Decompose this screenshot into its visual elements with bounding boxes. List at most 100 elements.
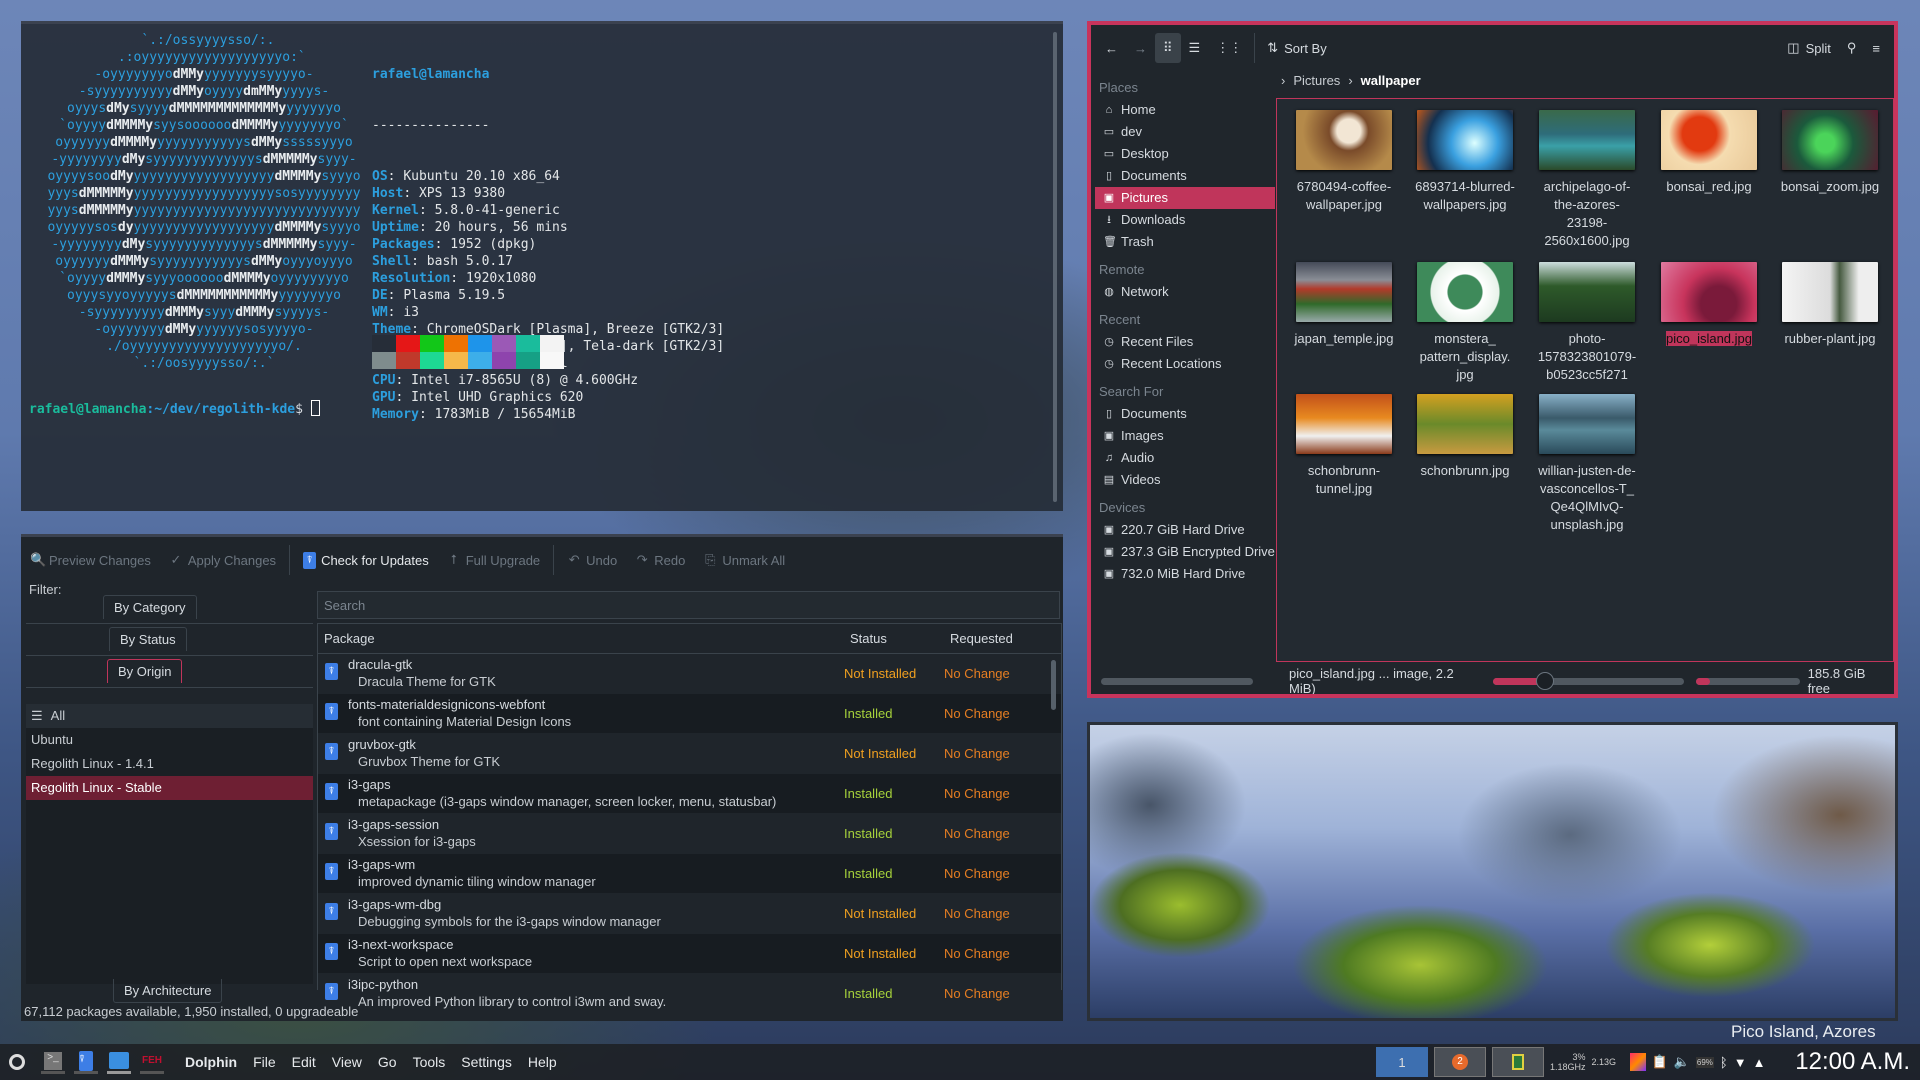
unmark-all-button[interactable]: ⎘ Unmark All xyxy=(694,552,794,568)
places-item[interactable]: ▣ 220.7 GiB Hard Drive xyxy=(1095,519,1275,541)
file-item[interactable]: willian-justen-de-vasconcellos-T_ Qe4QlMI… xyxy=(1528,389,1646,534)
table-row[interactable]: ⍒ dracula-gtk Dracula Theme for GTK Not Ins… xyxy=(318,654,1061,694)
places-item[interactable]: ▯ Documents xyxy=(1095,165,1275,187)
file-item[interactable]: pico_island.jpg xyxy=(1650,257,1768,348)
origin-item[interactable]: Regolith Linux - 1.4.1 xyxy=(26,752,313,776)
compact-view-button[interactable]: ⋮⋮ xyxy=(1208,33,1250,63)
tab-by-architecture[interactable]: By Architecture xyxy=(113,979,223,1003)
sort-by-button[interactable]: ⇅ Sort By xyxy=(1259,33,1335,63)
icons-view-button[interactable]: ⠿ xyxy=(1155,33,1181,63)
table-row[interactable]: ⍒ gruvbox-gtk Gruvbox Theme for GTK Not Ins… xyxy=(318,734,1061,774)
breadcrumb-pictures[interactable]: Pictures xyxy=(1293,73,1340,88)
places-item[interactable]: ⌂ Home xyxy=(1095,99,1275,121)
menu-tools[interactable]: Tools xyxy=(413,1054,446,1070)
places-item[interactable]: ▣ Images xyxy=(1095,425,1275,447)
full-upgrade-button[interactable]: ⭡ Full Upgrade xyxy=(438,552,549,568)
workspace-pager[interactable]: 1 xyxy=(1376,1047,1428,1077)
task-dolphin[interactable] xyxy=(107,1050,131,1074)
task-muon[interactable]: ⍒ xyxy=(74,1050,98,1074)
table-row[interactable]: ⍒ i3ipc-python An improved Python library … xyxy=(318,974,1061,1014)
places-item[interactable]: ◷ Recent Locations xyxy=(1095,353,1275,375)
file-item[interactable]: archipelago-of-the-azores- 23198- 2560x160… xyxy=(1528,105,1646,250)
column-requested[interactable]: Requested xyxy=(944,631,1044,646)
menu-view[interactable]: View xyxy=(332,1054,362,1070)
feh-image-viewer[interactable] xyxy=(1087,722,1898,1021)
task-feh[interactable]: FEH xyxy=(140,1050,164,1074)
breadcrumb-wallpaper[interactable]: wallpaper xyxy=(1361,73,1421,88)
file-item[interactable]: photo- 1578323801079- b0523cc5f271 xyxy=(1528,257,1646,384)
places-item[interactable]: ⭳ Downloads xyxy=(1095,209,1275,231)
file-item[interactable]: bonsai_red.jpg xyxy=(1650,105,1768,196)
details-view-button[interactable]: ☰ xyxy=(1181,33,1209,63)
task-terminal[interactable]: >_ xyxy=(41,1050,65,1074)
places-item[interactable]: ▤ Videos xyxy=(1095,469,1275,491)
table-scrollbar[interactable] xyxy=(1051,660,1056,710)
origin-item[interactable]: Regolith Linux - Stable xyxy=(26,776,313,800)
clock[interactable]: 12:00 A.M. xyxy=(1795,1048,1910,1076)
volume-icon[interactable]: 🔈 xyxy=(1674,1054,1690,1070)
menu-edit[interactable]: Edit xyxy=(292,1054,316,1070)
tab-by-status[interactable]: By Status xyxy=(109,627,187,651)
table-row[interactable]: ⍒ i3-gaps metapackage (i3-gaps window mana… xyxy=(318,774,1061,814)
table-row[interactable]: ⍒ i3-next-workspace Script to open next wo… xyxy=(318,934,1061,974)
table-row[interactable]: ⍒ i3-gaps-wm improved dynamic tiling windo… xyxy=(318,854,1061,894)
tab-by-category[interactable]: By Category xyxy=(103,595,197,619)
apply-changes-button[interactable]: ✓ Apply Changes xyxy=(160,552,285,568)
column-status[interactable]: Status xyxy=(844,631,944,646)
undo-button[interactable]: ↶ Undo xyxy=(558,552,626,568)
bluetooth-icon[interactable]: ᛒ xyxy=(1720,1055,1728,1070)
menu-go[interactable]: Go xyxy=(378,1054,397,1070)
table-row[interactable]: ⍒ i3-gaps-wm-dbg Debugging symbols for the… xyxy=(318,894,1061,934)
preview-changes-button[interactable]: 🔍 Preview Changes xyxy=(21,552,160,568)
places-item[interactable]: 🗑 Trash xyxy=(1095,231,1275,253)
battery-icon[interactable]: 69% xyxy=(1695,1056,1714,1068)
places-item[interactable]: ◍ Network xyxy=(1095,281,1275,303)
task-firefox[interactable]: 2 xyxy=(1434,1047,1486,1077)
terminal-scrollbar[interactable] xyxy=(1053,32,1057,502)
file-item[interactable]: japan_temple.jpg xyxy=(1285,257,1403,348)
places-item[interactable]: ▣ 237.3 GiB Encrypted Drive xyxy=(1095,541,1275,563)
column-package[interactable]: Package xyxy=(318,631,844,646)
wifi-icon[interactable]: ▼ xyxy=(1734,1055,1747,1070)
search-input[interactable]: Search xyxy=(317,591,1060,619)
places-item[interactable]: ▭ dev xyxy=(1095,121,1275,143)
split-button[interactable]: ◫ Split xyxy=(1779,33,1839,63)
package-requested: No Change xyxy=(944,946,1010,961)
search-button[interactable]: ⚲ xyxy=(1839,33,1865,63)
shell-prompt[interactable]: rafael@lamancha:~/dev/regolith-kde$ xyxy=(29,400,320,418)
menu-settings[interactable]: Settings xyxy=(461,1054,512,1070)
menu-button[interactable]: ≡ xyxy=(1864,33,1888,63)
table-row[interactable]: ⍒ fonts-materialdesignicons-webfont font c… xyxy=(318,694,1061,734)
file-item[interactable]: schonbrunn-tunnel.jpg xyxy=(1285,389,1403,498)
file-item[interactable]: 6780494-coffee-wallpaper.jpg xyxy=(1285,105,1403,214)
places-scrollbar[interactable] xyxy=(1101,677,1254,685)
tab-by-origin[interactable]: By Origin xyxy=(107,659,183,683)
file-item[interactable]: rubber-plant.jpg xyxy=(1771,257,1889,348)
file-item[interactable]: 6893714-blurred-wallpapers.jpg xyxy=(1406,105,1524,214)
terminal-window[interactable]: `.:/ossyyyysso/:. .:oyyyyyyyyyyyyyyyyyyo… xyxy=(21,21,1063,511)
menu-file[interactable]: File xyxy=(253,1054,276,1070)
launcher-button[interactable] xyxy=(5,1050,29,1074)
places-item[interactable]: ▣ 732.0 MiB Hard Drive xyxy=(1095,563,1275,585)
file-item[interactable]: bonsai_zoom.jpg xyxy=(1771,105,1889,196)
origin-item[interactable]: Ubuntu xyxy=(26,728,313,752)
origin-item[interactable]: ☰ All xyxy=(26,704,313,728)
places-item[interactable]: ◷ Recent Files xyxy=(1095,331,1275,353)
places-item[interactable]: ♫ Audio xyxy=(1095,447,1275,469)
places-item[interactable]: ▯ Documents xyxy=(1095,403,1275,425)
zoom-slider[interactable] xyxy=(1492,671,1685,690)
jetbrains-toolbox-icon[interactable] xyxy=(1629,1053,1646,1071)
tray-expand-icon[interactable]: ▲ xyxy=(1753,1055,1766,1070)
table-row[interactable]: ⍒ i3-gaps-session Xsession for i3-gaps Inst… xyxy=(318,814,1061,854)
redo-button[interactable]: ↷ Redo xyxy=(626,552,694,568)
places-item[interactable]: ▣ Pictures xyxy=(1095,187,1275,209)
file-item[interactable]: monstera_ pattern_display. jpg xyxy=(1406,257,1524,384)
task-app[interactable] xyxy=(1492,1047,1544,1077)
menu-help[interactable]: Help xyxy=(528,1054,557,1070)
file-item[interactable]: schonbrunn.jpg xyxy=(1406,389,1524,480)
places-item[interactable]: ▭ Desktop xyxy=(1095,143,1275,165)
forward-button[interactable]: → xyxy=(1126,33,1155,63)
clipboard-icon[interactable]: 📋 xyxy=(1652,1054,1668,1070)
back-button[interactable]: ← xyxy=(1097,33,1126,63)
check-for-updates-button[interactable]: ⍒ Check for Updates xyxy=(294,551,438,569)
